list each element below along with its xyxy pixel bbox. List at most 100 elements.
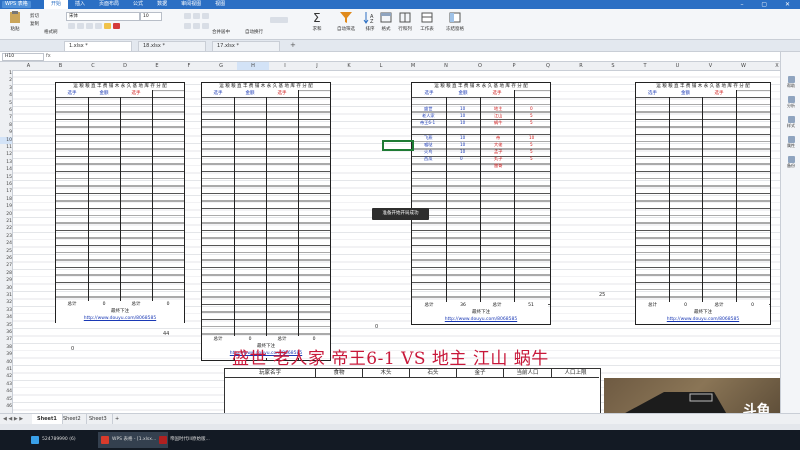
douyu-link[interactable]: http://www.douyu.com/8068585 — [56, 315, 184, 323]
column-header-m[interactable]: M — [397, 62, 429, 70]
row-header-3[interactable]: 3 — [0, 85, 12, 92]
column-header-x[interactable]: X — [760, 62, 780, 70]
row-header-38[interactable]: 38 — [0, 344, 12, 351]
new-tab-icon[interactable]: + — [290, 40, 296, 51]
row-header-12[interactable]: 12 — [0, 151, 12, 158]
row-header-1[interactable]: 1 — [0, 70, 12, 77]
row-header-40[interactable]: 40 — [0, 359, 12, 366]
row-header-41[interactable]: 41 — [0, 366, 12, 373]
align-center-icon[interactable] — [193, 23, 200, 29]
row-header-17[interactable]: 17 — [0, 188, 12, 195]
row-header-20[interactable]: 20 — [0, 211, 12, 218]
row-header-44[interactable]: 44 — [0, 388, 12, 395]
row-header-7[interactable]: 7 — [0, 114, 12, 121]
row-header-10[interactable]: 10 — [0, 136, 12, 144]
column-header-w[interactable]: W — [727, 62, 760, 70]
row-header-25[interactable]: 25 — [0, 248, 12, 255]
row-header-36[interactable]: 36 — [0, 329, 12, 336]
douyu-link[interactable]: http://www.douyu.com/8068585 — [636, 316, 770, 324]
add-sheet-button[interactable]: + — [110, 414, 124, 424]
row-header-11[interactable]: 11 — [0, 144, 12, 151]
column-header-c[interactable]: C — [77, 62, 109, 70]
name-box[interactable]: H10 — [2, 53, 44, 61]
row-header-27[interactable]: 27 — [0, 262, 12, 269]
row-header-5[interactable]: 5 — [0, 100, 12, 107]
row-header-4[interactable]: 4 — [0, 92, 12, 99]
row-header-22[interactable]: 22 — [0, 225, 12, 232]
row-header-28[interactable]: 28 — [0, 270, 12, 277]
column-header-j[interactable]: J — [301, 62, 333, 70]
row-header-32[interactable]: 32 — [0, 299, 12, 306]
merge-center-button[interactable]: 合并居中 — [212, 29, 230, 35]
column-header-p[interactable]: P — [497, 62, 531, 70]
row-header-24[interactable]: 24 — [0, 240, 12, 247]
copy-button[interactable]: 复制 — [30, 21, 39, 27]
column-header-q[interactable]: Q — [531, 62, 565, 70]
cut-button[interactable]: 剪切 — [30, 13, 39, 19]
underline-icon[interactable] — [86, 23, 93, 29]
column-header-b[interactable]: B — [44, 62, 77, 70]
row-header-29[interactable]: 29 — [0, 277, 12, 284]
doc-tab-17[interactable]: 17.xlsx * — [212, 41, 280, 51]
sheet-nav-icon[interactable]: ◀ ◀ ▶ ▶ — [3, 414, 23, 424]
row-header-35[interactable]: 35 — [0, 322, 12, 329]
menu-home[interactable]: 开始 — [44, 0, 69, 9]
row-header-23[interactable]: 23 — [0, 233, 12, 240]
fx-icon[interactable]: fx — [46, 52, 51, 61]
font-name-select[interactable]: 宋体 — [66, 12, 140, 21]
row-header-37[interactable]: 37 — [0, 336, 12, 343]
format-painter-button[interactable]: 格式刷 — [44, 29, 58, 35]
doc-tab-18[interactable]: 18.xlsx * — [138, 41, 206, 51]
column-header-n[interactable]: N — [429, 62, 463, 70]
row-header-14[interactable]: 14 — [0, 166, 12, 173]
bold-icon[interactable] — [68, 23, 75, 29]
sheet-tab-2[interactable]: Sheet2 — [58, 414, 87, 424]
row-header-43[interactable]: 43 — [0, 381, 12, 388]
sheet-tab-3[interactable]: Sheet3 — [84, 414, 113, 424]
menu-formula[interactable]: 公式 — [126, 0, 150, 9]
column-header-d[interactable]: D — [109, 62, 141, 70]
column-header-l[interactable]: L — [365, 62, 397, 70]
font-color-icon[interactable] — [113, 23, 120, 29]
menu-insert[interactable]: 插入 — [68, 0, 92, 9]
align-top-icon[interactable] — [184, 13, 191, 19]
sidebar-help[interactable]: 帮助 — [782, 76, 800, 89]
align-bottom-icon[interactable] — [202, 13, 209, 19]
row-header-8[interactable]: 8 — [0, 122, 12, 129]
column-header-u[interactable]: U — [661, 62, 694, 70]
app-button[interactable]: WPS 表格 — [2, 1, 31, 8]
row-header-46[interactable]: 46 — [0, 403, 12, 410]
row-header-6[interactable]: 6 — [0, 107, 12, 114]
column-header-f[interactable]: F — [173, 62, 205, 70]
column-header-s[interactable]: S — [597, 62, 629, 70]
row-header-30[interactable]: 30 — [0, 285, 12, 292]
row-header-18[interactable]: 18 — [0, 196, 12, 203]
column-header-k[interactable]: K — [333, 62, 365, 70]
italic-icon[interactable] — [77, 23, 84, 29]
align-middle-icon[interactable] — [193, 13, 200, 19]
selected-cell[interactable] — [382, 140, 414, 151]
taskbar-item-game[interactable]: 帝国时代III原始版... — [156, 432, 234, 448]
row-header-34[interactable]: 34 — [0, 314, 12, 321]
row-header-2[interactable]: 2 — [0, 77, 12, 84]
row-header-42[interactable]: 42 — [0, 373, 12, 380]
row-header-39[interactable]: 39 — [0, 351, 12, 358]
column-header-h[interactable]: H — [237, 62, 269, 70]
row-header-16[interactable]: 16 — [0, 181, 12, 188]
align-left-icon[interactable] — [184, 23, 191, 29]
sidebar-style[interactable]: 样式 — [782, 116, 800, 129]
column-header-g[interactable]: G — [205, 62, 237, 70]
wrap-text-button[interactable]: 自动换行 — [245, 29, 263, 35]
column-header-i[interactable]: I — [269, 62, 301, 70]
row-header-9[interactable]: 9 — [0, 129, 12, 136]
menu-view[interactable]: 视图 — [208, 0, 232, 9]
fill-color-icon[interactable] — [104, 23, 111, 29]
row-header-19[interactable]: 19 — [0, 203, 12, 210]
column-header-t[interactable]: T — [629, 62, 661, 70]
row-header-26[interactable]: 26 — [0, 255, 12, 262]
column-header-o[interactable]: O — [463, 62, 497, 70]
number-format-select[interactable] — [270, 17, 288, 23]
window-controls[interactable]: – ▢ ✕ — [740, 0, 798, 9]
sidebar-analysis[interactable]: 分析 — [782, 96, 800, 109]
menu-data[interactable]: 数据 — [150, 0, 174, 9]
